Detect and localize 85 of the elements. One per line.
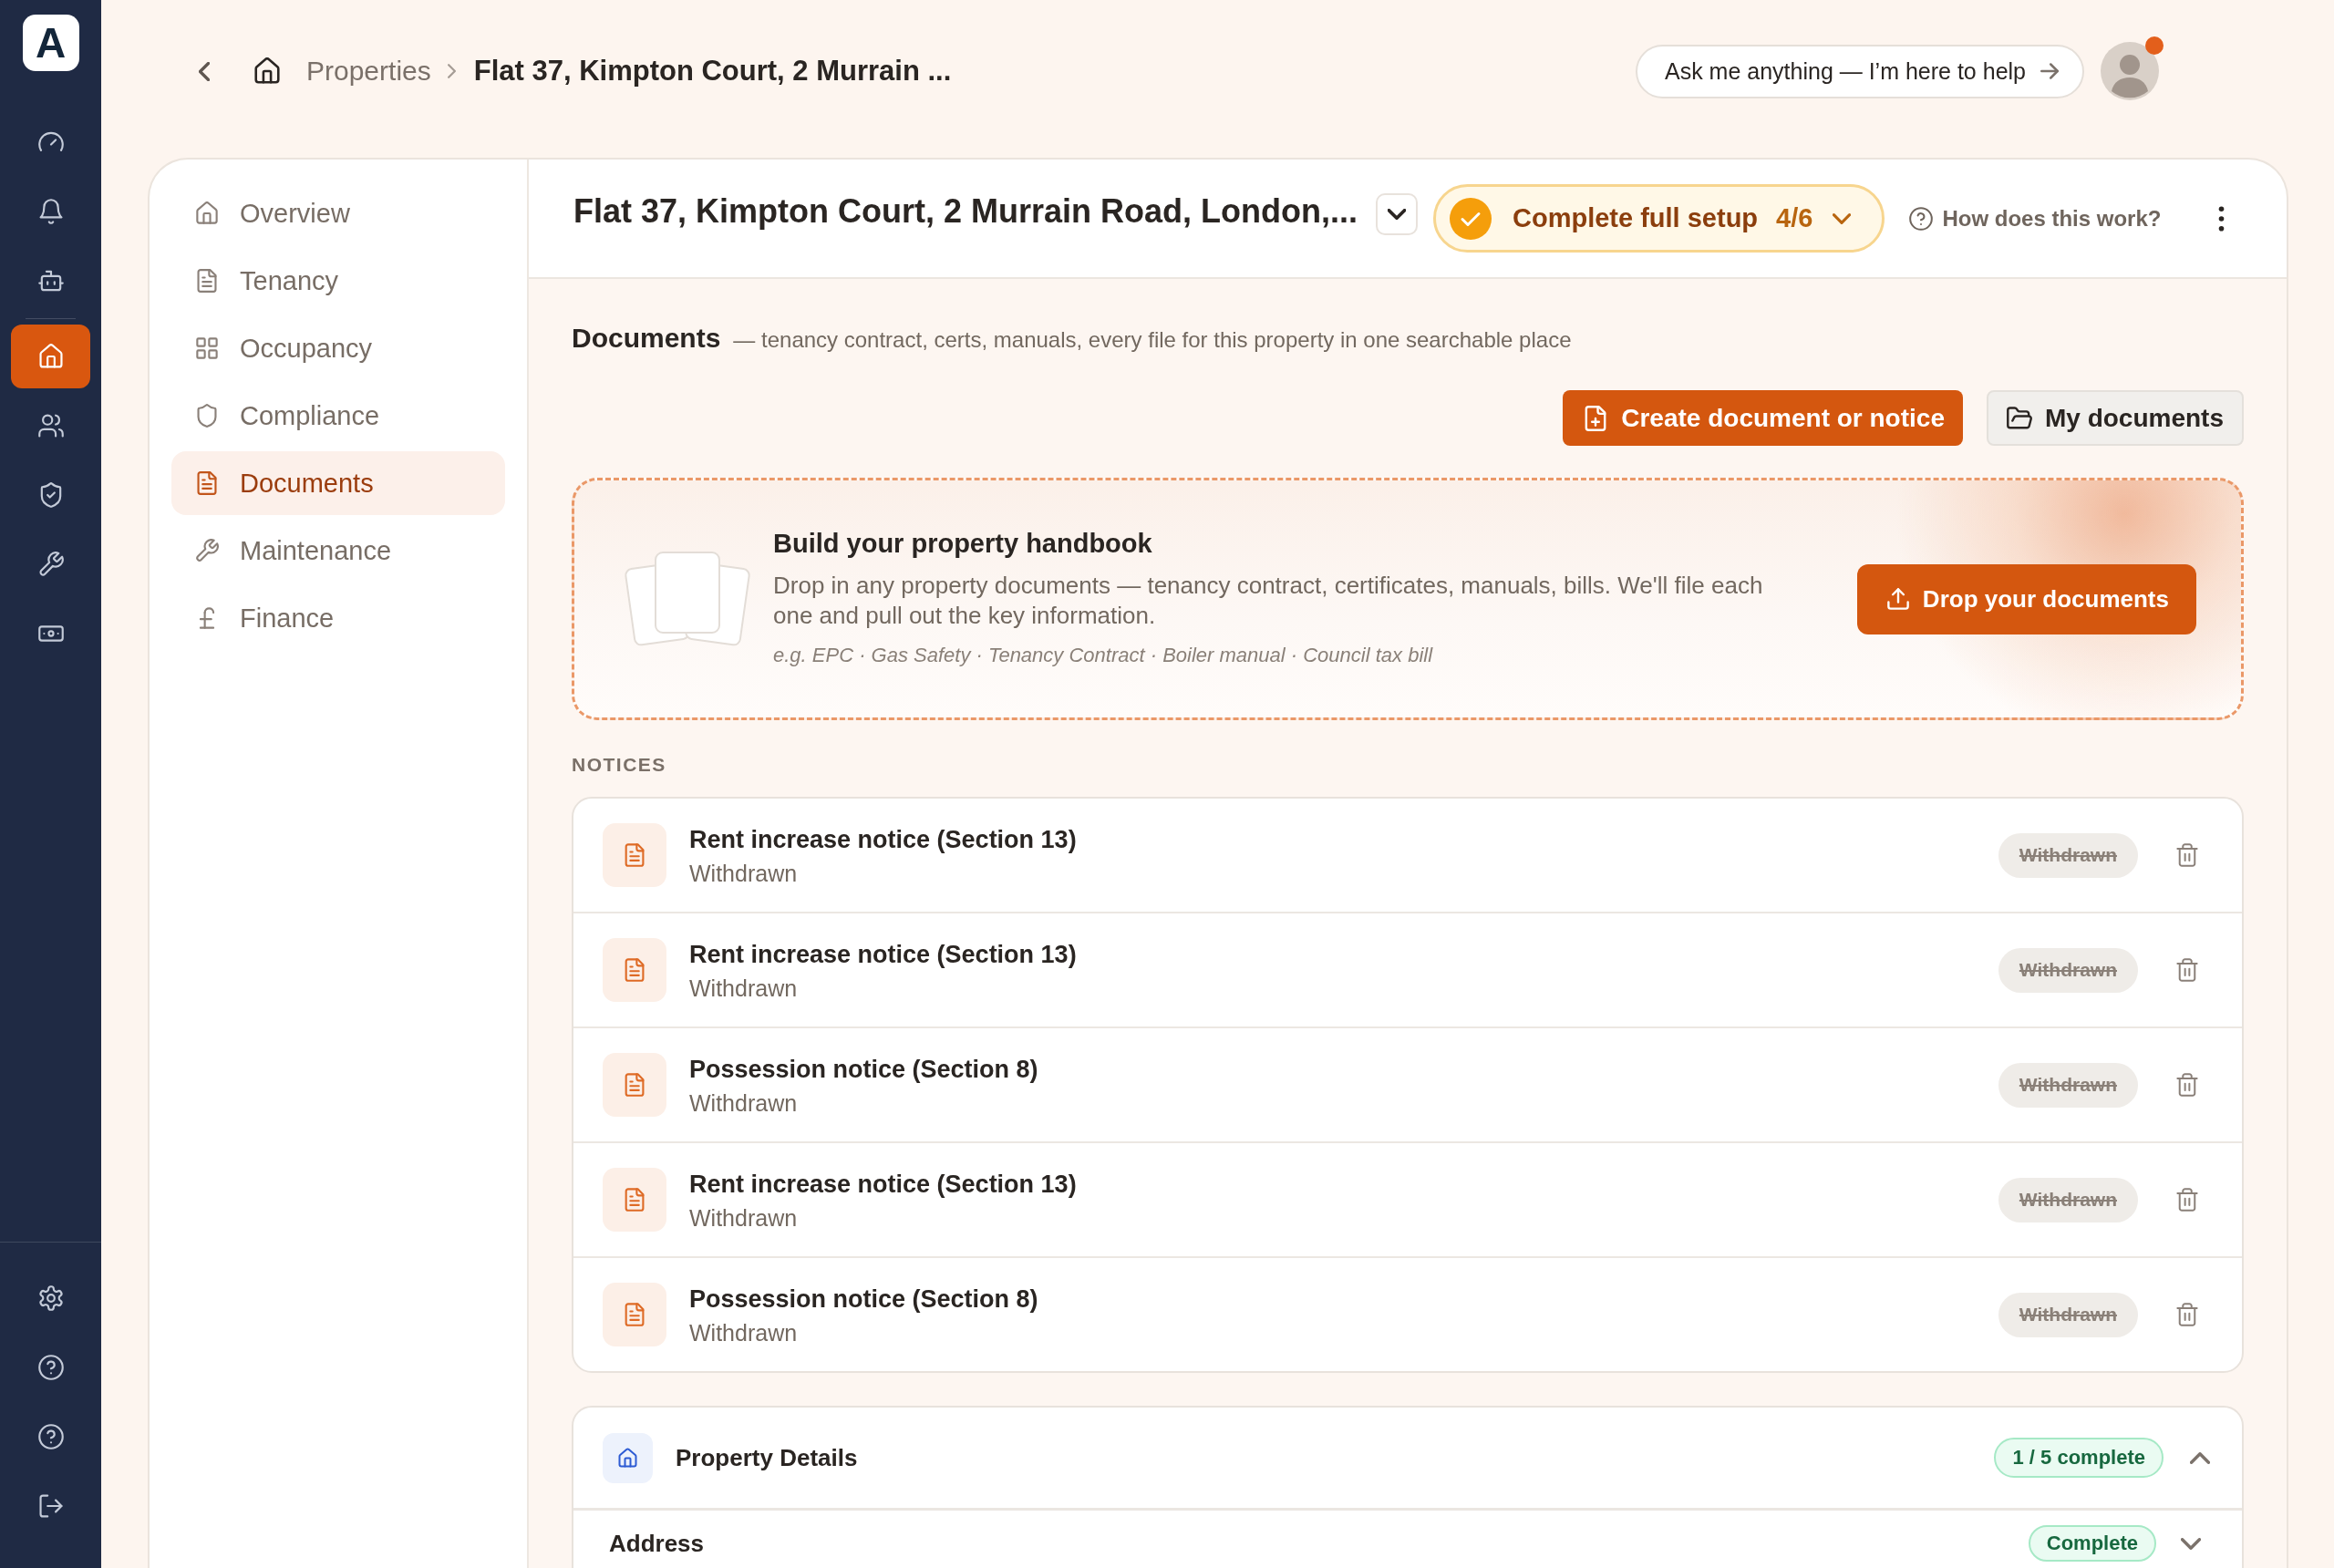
status-badge: Withdrawn [1998, 1292, 2138, 1337]
create-document-button[interactable]: Create document or notice [1563, 390, 1963, 446]
notice-subtitle: Withdrawn [689, 1088, 799, 1117]
notice-subtitle: Withdrawn [689, 1203, 799, 1232]
help-icon [1909, 206, 1934, 231]
breadcrumb-link[interactable]: Properties [306, 56, 431, 87]
trash-icon[interactable] [2175, 1302, 2199, 1327]
chevron-down-icon[interactable] [2181, 1538, 2201, 1550]
settings-icon[interactable] [37, 1285, 64, 1311]
drop-zone[interactable] [572, 478, 2244, 720]
notice-title: Possession notice (Section 8) [689, 1054, 1039, 1085]
home-icon[interactable] [253, 57, 281, 85]
document-icon [603, 1053, 666, 1117]
breadcrumb-current: Flat 37, Kimpton Court, 2 Murrain ... [473, 55, 952, 88]
nav-item[interactable]: Maintenance [171, 519, 505, 583]
section-description: — tenancy contract, certs, manuals, every file for this property in one searchable place [733, 327, 1572, 353]
notice-title: Rent increase notice (Section 13) [689, 824, 1078, 855]
dropzone-description: Drop in any property documents — tenancy contract, certificates, manuals, bills. We'll file each one and pull out the key information. [773, 571, 1764, 631]
nav-item[interactable]: Documents [171, 451, 505, 515]
check-circle-icon [1450, 197, 1492, 240]
document-icon [195, 471, 219, 495]
notice-title: Rent increase notice (Section 13) [689, 1169, 1078, 1200]
property-switcher-button[interactable] [1376, 192, 1418, 235]
ask-assistant-button[interactable]: Ask me anything — I’m here to help [1635, 44, 2084, 98]
trash-icon[interactable] [2175, 1187, 2199, 1212]
nav-item[interactable]: Tenancy [171, 249, 505, 313]
folder-icon [2006, 405, 2032, 431]
notice-title: Rent increase notice (Section 13) [689, 939, 1078, 970]
notices-heading: NOTICES [572, 755, 667, 775]
home-icon [603, 1432, 653, 1483]
setup-progress-button[interactable]: Complete full setup 4/6 [1433, 184, 1885, 253]
my-documents-button[interactable]: My documents [1986, 390, 2244, 446]
section-title: Documents [572, 322, 721, 355]
shield-icon [195, 404, 219, 428]
more-vertical-icon[interactable] [2218, 205, 2225, 232]
document-icon [603, 1168, 666, 1232]
status-badge: Withdrawn [1998, 1177, 2138, 1222]
wrench-icon [195, 539, 219, 562]
nav-item[interactable]: Occupancy [171, 316, 505, 380]
drop-documents-button[interactable]: Drop your documents [1856, 563, 2196, 634]
help-link[interactable]: How does this work? [1909, 205, 2162, 232]
document-icon [603, 823, 666, 887]
upload-icon [1885, 587, 1910, 611]
status-badge: Withdrawn [1998, 947, 2138, 993]
status-badge: Withdrawn [1998, 832, 2138, 878]
notice-subtitle: Withdrawn [689, 974, 799, 1002]
status-badge: Withdrawn [1998, 1062, 2138, 1108]
document-icon [195, 269, 219, 293]
help-icon[interactable] [37, 1424, 64, 1449]
trash-icon[interactable] [2175, 842, 2199, 868]
help-icon[interactable] [37, 1355, 64, 1380]
app-logo[interactable]: A [22, 15, 79, 71]
notice-subtitle: Withdrawn [689, 1318, 799, 1346]
trash-icon[interactable] [2175, 1072, 2199, 1098]
grid-icon [195, 336, 219, 360]
rail-nav-button[interactable] [11, 325, 90, 388]
back-icon[interactable] [199, 61, 210, 81]
status-badge: Complete [2028, 1525, 2156, 1562]
nav-item[interactable]: Overview [171, 181, 505, 245]
document-icon [603, 1283, 666, 1346]
home-icon [195, 201, 219, 225]
property-title: Flat 37, Kimpton Court, 2 Murrain Road, London,... [573, 191, 1358, 231]
nav-item[interactable]: Finance [171, 586, 505, 650]
nav-item[interactable]: Compliance [171, 384, 505, 448]
property-details-title: Property Details [676, 1443, 858, 1472]
chevron-down-icon [1833, 212, 1852, 224]
chevron-down-icon [1388, 208, 1406, 220]
chevron-up-icon[interactable] [2190, 1451, 2210, 1464]
wrench-icon[interactable] [37, 552, 64, 577]
stacked-papers-icon [624, 551, 751, 647]
arrow-right-icon [2040, 63, 2059, 79]
chevron-right-icon [447, 64, 456, 78]
notice-title: Possession notice (Section 8) [689, 1284, 1039, 1315]
avatar[interactable] [2101, 42, 2159, 100]
notice-subtitle: Withdrawn [689, 859, 799, 887]
trash-icon[interactable] [2175, 957, 2199, 983]
progress-badge: 1 / 5 complete [1994, 1438, 2164, 1478]
document-icon [603, 938, 666, 1002]
robot-icon[interactable] [37, 268, 64, 294]
logout-icon[interactable] [37, 1493, 64, 1519]
field-label: Address [609, 1529, 705, 1559]
dropzone-title: Build your property handbook [773, 529, 1153, 558]
examples-text: e.g. EPC · Gas Safety · Tenancy Contract · Boiler manual · Council tax bill [773, 643, 1434, 668]
users-icon[interactable] [37, 413, 64, 438]
bell-icon[interactable] [37, 199, 64, 224]
